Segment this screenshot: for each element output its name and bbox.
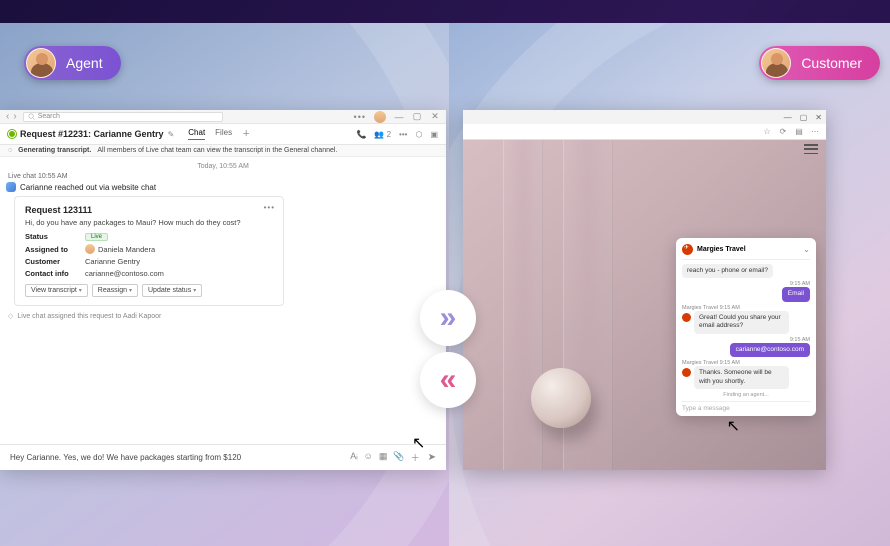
bot-message: reach you - phone or email? bbox=[682, 264, 773, 278]
edit-icon[interactable]: ✎ bbox=[168, 130, 175, 139]
compose-input[interactable] bbox=[10, 453, 350, 462]
page-content: Margies Travel ⌄ reach you - phone or em… bbox=[463, 140, 826, 470]
nav-forward-icon[interactable]: › bbox=[13, 111, 16, 122]
search-placeholder: Search bbox=[38, 113, 60, 120]
tab-add[interactable]: ＋ bbox=[242, 128, 250, 140]
browser-titlebar: — ▢ ✕ bbox=[463, 110, 826, 124]
customer-value: Carianne Gentry bbox=[85, 257, 140, 266]
finding-agent-status: Finding an agent... bbox=[682, 392, 810, 398]
teams-titlebar: ‹ › Search ••• — ▢ ✕ bbox=[0, 110, 446, 124]
request-card: ••• Request 123111 Hi, do you have any p… bbox=[14, 196, 284, 306]
spinner-icon: ◌ bbox=[8, 147, 12, 154]
user-message: Email bbox=[782, 287, 810, 301]
sphere-decor bbox=[531, 368, 591, 428]
more-icon[interactable]: ••• bbox=[354, 112, 366, 122]
request-subtitle: Hi, do you have any packages to Maui? Ho… bbox=[25, 218, 273, 227]
assignment-note: Live chat assigned this request to Aadi … bbox=[8, 312, 438, 320]
browser-close-icon[interactable]: ✕ bbox=[815, 113, 822, 122]
chat-title: Margies Travel bbox=[697, 246, 799, 253]
conversation-title: Request #12231: Carianne Gentry bbox=[20, 129, 164, 139]
collections-icon[interactable]: ▤ bbox=[794, 127, 804, 136]
view-transcript-button[interactable]: View transcript bbox=[25, 284, 88, 297]
attach-icon[interactable]: 📎 bbox=[393, 451, 404, 464]
format-icon[interactable]: Aᵢ bbox=[350, 451, 357, 464]
browser-toolbar: ☆ ⟳ ▤ ⋯ bbox=[463, 124, 826, 140]
user-message: carianne@contoso.com bbox=[730, 343, 810, 357]
bot-message: Thanks. Someone will be with you shortly… bbox=[694, 366, 789, 389]
customer-label: Customer bbox=[25, 257, 85, 266]
day-timestamp: Today, 10:55 AM bbox=[8, 163, 438, 170]
nav-back-icon[interactable]: ‹ bbox=[6, 111, 9, 122]
agent-teams-window: ‹ › Search ••• — ▢ ✕ Request #12231: Car… bbox=[0, 110, 446, 470]
generating-label: Generating transcript. bbox=[18, 147, 91, 154]
cursor-icon: ↖ bbox=[727, 416, 740, 436]
popout-icon[interactable]: ▣ bbox=[430, 130, 438, 139]
assigned-label: Assigned to bbox=[25, 245, 85, 254]
emoji-icon[interactable]: ☺ bbox=[364, 451, 373, 464]
tab-files[interactable]: Files bbox=[215, 128, 232, 140]
customer-badge: Customer bbox=[759, 46, 880, 80]
customer-browser-window: — ▢ ✕ ☆ ⟳ ▤ ⋯ Margies Travel ⌄ reach you… bbox=[463, 110, 826, 470]
assignee-avatar bbox=[85, 244, 95, 254]
arrow-right-icon: » bbox=[420, 290, 476, 346]
msg-time: 9:15 AM bbox=[682, 281, 810, 287]
close-icon[interactable]: ✕ bbox=[430, 111, 440, 122]
status-label: Status bbox=[25, 232, 85, 241]
bot-avatar-icon bbox=[682, 368, 691, 377]
minimize-icon[interactable]: — bbox=[394, 112, 404, 122]
sync-icon[interactable]: ⟳ bbox=[778, 127, 788, 136]
msg-time: 9:15 AM bbox=[682, 337, 810, 343]
browser-maximize-icon[interactable]: ▢ bbox=[800, 113, 808, 122]
search-input[interactable]: Search bbox=[23, 112, 223, 122]
bot-message: Great! Could you share your email addres… bbox=[694, 311, 789, 334]
agent-badge: Agent bbox=[24, 46, 121, 80]
card-more-icon[interactable]: ••• bbox=[264, 203, 275, 212]
reached-text: Carianne reached out via website chat bbox=[20, 183, 156, 192]
pillar-decor bbox=[503, 140, 543, 470]
customer-avatar bbox=[761, 48, 791, 78]
status-badge: Live bbox=[85, 233, 108, 241]
chat-logo-icon bbox=[682, 244, 693, 255]
livechat-meta: Live chat 10:55 AM bbox=[8, 173, 438, 180]
gif-icon[interactable]: ▦ bbox=[379, 451, 388, 464]
bot-icon bbox=[6, 182, 16, 192]
send-icon[interactable]: ➤ bbox=[428, 452, 436, 463]
presence-icon bbox=[8, 130, 16, 138]
sync-arrows: » « bbox=[420, 290, 476, 408]
notice-info: All members of Live chat team can view t… bbox=[97, 147, 337, 154]
tab-chat[interactable]: Chat bbox=[188, 128, 205, 140]
browser-more-icon[interactable]: ⋯ bbox=[810, 127, 820, 136]
agent-label: Agent bbox=[66, 55, 103, 71]
current-user-avatar[interactable] bbox=[374, 111, 386, 123]
header-more-icon[interactable]: ••• bbox=[399, 130, 407, 139]
contact-label: Contact info bbox=[25, 269, 85, 278]
chevron-down-icon[interactable]: ⌄ bbox=[803, 245, 810, 254]
transcript-notice: ◌ Generating transcript. All members of … bbox=[0, 145, 446, 157]
compose-bar: Aᵢ ☺ ▦ 📎 ＋ ➤ bbox=[0, 444, 446, 470]
assigned-value: Daniela Mandera bbox=[98, 245, 155, 254]
agent-avatar bbox=[26, 48, 56, 78]
reassign-button[interactable]: Reassign bbox=[92, 284, 138, 297]
contact-value[interactable]: carianne@contoso.com bbox=[85, 269, 164, 278]
participants-icon[interactable]: 👥 2 bbox=[374, 130, 391, 139]
search-icon bbox=[28, 113, 35, 120]
call-icon[interactable]: 📞 bbox=[356, 130, 366, 139]
chat-input[interactable]: Type a message bbox=[682, 401, 810, 412]
star-icon[interactable]: ☆ bbox=[762, 127, 772, 136]
request-title: Request 123111 bbox=[25, 205, 273, 215]
browser-minimize-icon[interactable]: — bbox=[784, 113, 792, 122]
conversation-header: Request #12231: Carianne Gentry ✎ Chat F… bbox=[0, 124, 446, 145]
maximize-icon[interactable]: ▢ bbox=[412, 111, 422, 122]
chat-widget: Margies Travel ⌄ reach you - phone or em… bbox=[676, 238, 816, 416]
cursor-icon: ↖ bbox=[412, 433, 425, 453]
chat-body: Today, 10:55 AM Live chat 10:55 AM Caria… bbox=[0, 157, 446, 422]
update-status-button[interactable]: Update status bbox=[142, 284, 202, 297]
bot-avatar-icon bbox=[682, 313, 691, 322]
menu-icon[interactable] bbox=[804, 144, 818, 154]
top-dark-bar bbox=[0, 0, 890, 23]
copilot-icon[interactable]: ⬡ bbox=[415, 130, 422, 139]
customer-label: Customer bbox=[801, 55, 862, 71]
arrow-left-icon: « bbox=[420, 352, 476, 408]
